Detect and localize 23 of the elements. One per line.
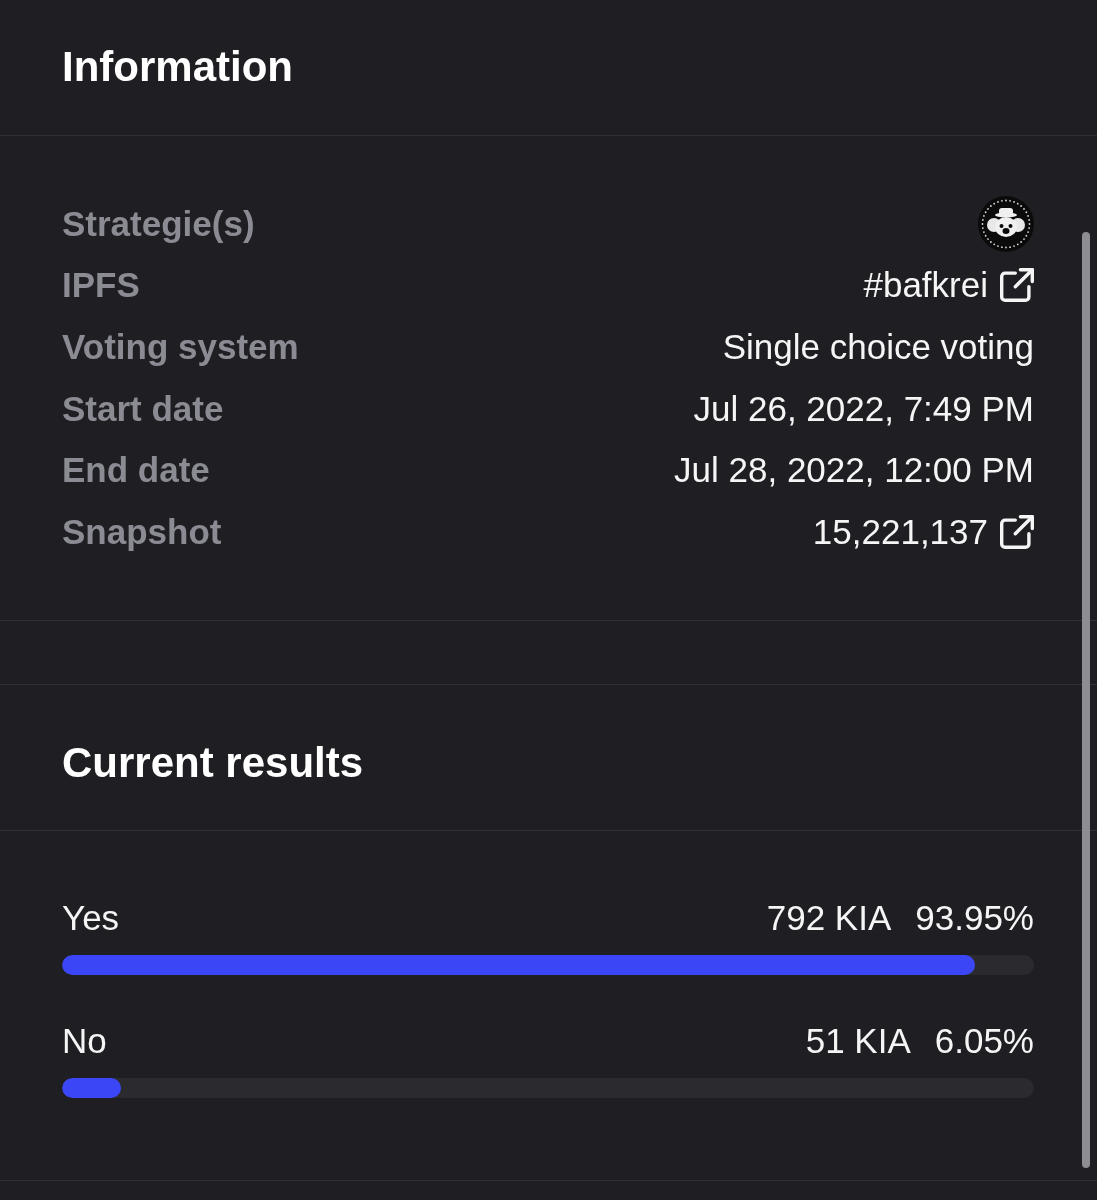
info-label: Strategie(s) bbox=[62, 202, 255, 245]
vote-amount: 51 KIA bbox=[805, 1019, 911, 1062]
info-label: Voting system bbox=[62, 326, 299, 368]
external-link-icon bbox=[1000, 514, 1034, 549]
choice-label: No bbox=[62, 1019, 107, 1062]
info-label: End date bbox=[62, 449, 210, 492]
info-label: Start date bbox=[62, 387, 224, 430]
choice-label: Yes bbox=[62, 896, 120, 939]
info-value: Jul 28, 2022, 12:00 PM bbox=[674, 449, 1034, 492]
vote-amount: 792 KIA bbox=[766, 896, 892, 939]
info-label: IPFS bbox=[62, 264, 140, 307]
section-title: Information bbox=[62, 42, 293, 93]
vote-percent: 6.05% bbox=[934, 1019, 1034, 1062]
info-link[interactable]: 15,221,137 bbox=[812, 510, 1034, 553]
info-link[interactable]: #bafkrei bbox=[863, 264, 1034, 307]
section-title: Current results bbox=[62, 737, 364, 788]
info-value: Jul 26, 2022, 7:49 PM bbox=[693, 387, 1034, 430]
scrollbar-thumb[interactable] bbox=[1082, 232, 1090, 1168]
info-value: Single choice voting bbox=[722, 326, 1034, 368]
vote-percent: 93.95% bbox=[915, 896, 1034, 939]
koala-avatar-icon bbox=[978, 195, 1034, 252]
external-link-icon bbox=[1000, 268, 1034, 303]
info-label: Snapshot bbox=[62, 510, 222, 553]
